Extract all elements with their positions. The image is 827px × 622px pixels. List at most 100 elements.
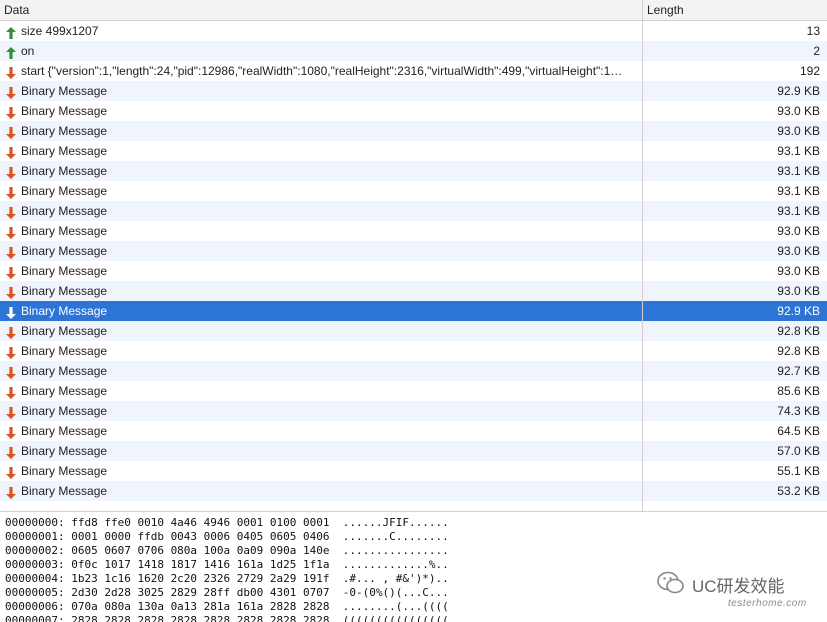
message-data-cell: Binary Message (0, 241, 643, 261)
message-data-cell: on (0, 41, 643, 61)
message-row[interactable]: Binary Message 85.6 KB (0, 381, 827, 401)
message-length-cell: 93.1 KB (777, 164, 820, 178)
message-row[interactable]: Binary Message 93.1 KB (0, 161, 827, 181)
hex-line: 00000001: 0001 0000 ffdb 0043 0006 0405 … (5, 530, 449, 543)
messages-table: Data Length size 499x1207 13 on 2 start {"ve… (0, 0, 827, 511)
message-text: on (21, 44, 35, 58)
message-row[interactable]: Binary Message 93.0 KB (0, 241, 827, 261)
message-row[interactable]: Binary Message 93.1 KB (0, 181, 827, 201)
message-length-cell: 93.0 KB (777, 244, 820, 258)
message-text: Binary Message (21, 384, 108, 398)
message-row[interactable]: Binary Message 92.8 KB (0, 341, 827, 361)
message-length-cell: 93.0 KB (777, 124, 820, 138)
message-row[interactable]: Binary Message 93.0 KB (0, 261, 827, 281)
message-row[interactable]: start {"version":1,"length":24,"pid":129… (0, 61, 827, 81)
message-row[interactable]: Binary Message 92.7 KB (0, 361, 827, 381)
message-text: Binary Message (21, 84, 108, 98)
down-arrow-icon (6, 385, 16, 399)
message-length-cell: 92.9 KB (777, 304, 820, 318)
down-arrow-icon (6, 345, 16, 359)
message-row[interactable]: Binary Message 92.9 KB (0, 301, 827, 321)
message-data-cell: Binary Message (0, 461, 643, 481)
message-length-cell: 93.1 KB (777, 204, 820, 218)
message-row[interactable]: Binary Message 92.8 KB (0, 321, 827, 341)
message-text: size 499x1207 (21, 24, 99, 38)
message-data-cell: Binary Message (0, 121, 643, 141)
message-text: Binary Message (21, 284, 108, 298)
down-arrow-icon (6, 105, 16, 119)
message-text: start {"version":1,"length":24,"pid":129… (21, 64, 623, 78)
message-row[interactable]: size 499x1207 13 (0, 21, 827, 41)
down-arrow-icon (6, 125, 16, 139)
message-text: Binary Message (21, 224, 108, 238)
message-text: Binary Message (21, 124, 108, 138)
message-row[interactable]: on 2 (0, 41, 827, 61)
down-arrow-icon (6, 365, 16, 379)
message-data-cell: Binary Message (0, 321, 643, 341)
down-arrow-icon (6, 85, 16, 99)
message-text: Binary Message (21, 324, 108, 338)
message-data-cell: Binary Message (0, 161, 643, 181)
column-divider (642, 20, 643, 511)
down-arrow-icon (6, 465, 16, 479)
message-row[interactable]: Binary Message 93.1 KB (0, 141, 827, 161)
hex-line: 00000002: 0605 0607 0706 080a 100a 0a09 … (5, 544, 449, 557)
message-data-cell: Binary Message (0, 261, 643, 281)
message-row[interactable]: Binary Message 93.0 KB (0, 101, 827, 121)
message-text: Binary Message (21, 244, 108, 258)
hex-line: 00000006: 070a 080a 130a 0a13 281a 161a … (5, 600, 449, 613)
up-arrow-icon (6, 25, 16, 39)
message-length-cell: 2 (813, 44, 820, 58)
message-row[interactable]: Binary Message 92.9 KB (0, 81, 827, 101)
message-text: Binary Message (21, 264, 108, 278)
message-length-cell: 93.1 KB (777, 184, 820, 198)
message-length-cell: 57.0 KB (777, 444, 820, 458)
messages-list: size 499x1207 13 on 2 start {"version":1,"le… (0, 21, 827, 501)
message-data-cell: size 499x1207 (0, 21, 643, 41)
message-data-cell: Binary Message (0, 101, 643, 121)
message-row[interactable]: Binary Message 74.3 KB (0, 401, 827, 421)
message-data-cell: start {"version":1,"length":24,"pid":129… (0, 61, 643, 81)
message-row[interactable]: Binary Message 93.0 KB (0, 121, 827, 141)
message-data-cell: Binary Message (0, 181, 643, 201)
down-arrow-icon (6, 265, 16, 279)
message-length-cell: 64.5 KB (777, 424, 820, 438)
message-data-cell: Binary Message (0, 401, 643, 421)
message-text: Binary Message (21, 344, 108, 358)
message-row[interactable]: Binary Message 53.2 KB (0, 481, 827, 501)
column-header-data[interactable]: Data (0, 0, 643, 20)
message-text: Binary Message (21, 464, 108, 478)
hex-line: 00000005: 2d30 2d28 3025 2829 28ff db00 … (5, 586, 449, 599)
message-data-cell: Binary Message (0, 481, 643, 501)
hex-line: 00000004: 1b23 1c16 1620 2c20 2326 2729 … (5, 572, 449, 585)
column-header-length[interactable]: Length (643, 0, 827, 20)
down-arrow-icon (6, 145, 16, 159)
message-data-cell: Binary Message (0, 441, 643, 461)
table-header: Data Length (0, 0, 827, 21)
message-row[interactable]: Binary Message 93.0 KB (0, 221, 827, 241)
message-row[interactable]: Binary Message 55.1 KB (0, 461, 827, 481)
message-row[interactable]: Binary Message 57.0 KB (0, 441, 827, 461)
down-arrow-icon (6, 325, 16, 339)
message-text: Binary Message (21, 364, 108, 378)
message-length-cell: 93.1 KB (777, 144, 820, 158)
message-length-cell: 92.7 KB (777, 364, 820, 378)
down-arrow-icon (6, 185, 16, 199)
message-row[interactable]: Binary Message 93.0 KB (0, 281, 827, 301)
message-length-cell: 92.8 KB (777, 324, 820, 338)
down-arrow-icon (6, 245, 16, 259)
message-data-cell: Binary Message (0, 221, 643, 241)
message-data-cell: Binary Message (0, 201, 643, 221)
message-data-cell: Binary Message (0, 141, 643, 161)
message-data-cell: Binary Message (0, 381, 643, 401)
down-arrow-icon (6, 205, 16, 219)
message-length-cell: 13 (806, 24, 820, 38)
message-text: Binary Message (21, 184, 108, 198)
message-data-cell: Binary Message (0, 421, 643, 441)
message-row[interactable]: Binary Message 93.1 KB (0, 201, 827, 221)
down-arrow-icon (6, 65, 16, 79)
message-text: Binary Message (21, 444, 108, 458)
message-text: Binary Message (21, 144, 108, 158)
down-arrow-icon (6, 225, 16, 239)
message-row[interactable]: Binary Message 64.5 KB (0, 421, 827, 441)
